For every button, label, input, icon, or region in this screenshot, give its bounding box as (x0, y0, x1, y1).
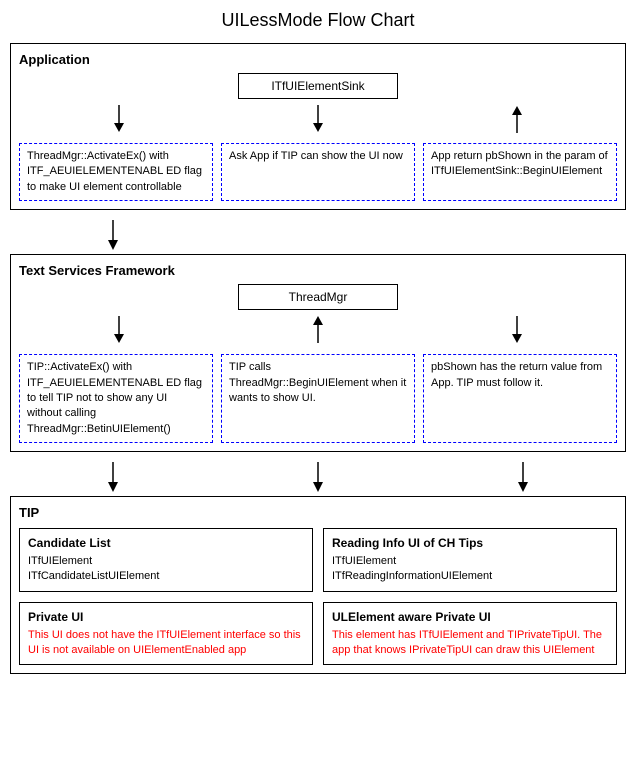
down-arrow-tsf-left (109, 316, 129, 344)
down-arrow-btw-left (103, 220, 123, 252)
app-center-box: ITfUIElementSink (238, 73, 398, 99)
app-box-2: App return pbShown in the param of ITfUI… (423, 143, 617, 201)
tip-item-1-sub2: ITfReadingInformationUIElement (332, 569, 608, 584)
tsf-arrow-left (19, 316, 218, 344)
tsf-tip-arrow-center (215, 462, 420, 494)
tip-item-2: Private UI This UI does not have the ITf… (19, 602, 313, 666)
app-box-0: ThreadMgr::ActivateEx() with ITF_AEUIELE… (19, 143, 213, 201)
arrow-col-center (218, 105, 417, 133)
tip-item-0: Candidate List ITfUIElement ITfCandidate… (19, 528, 313, 592)
page-title: UILessMode Flow Chart (10, 10, 626, 31)
down-arrow-tsf-tip-left (103, 462, 123, 494)
down-arrow-tsf-right (507, 316, 527, 344)
tsf-arrow-center (218, 316, 417, 344)
tip-item-3: ULElement aware Private UI This element … (323, 602, 617, 666)
between-app-tsf (10, 220, 626, 252)
tsf-center-box: ThreadMgr (238, 284, 398, 310)
tsf-box-2: pbShown has the return value from App. T… (423, 354, 617, 443)
app-dashed-boxes: ThreadMgr::ActivateEx() with ITF_AEUIELE… (19, 143, 617, 201)
tip-item-1: Reading Info UI of CH Tips ITfUIElement … (323, 528, 617, 592)
tip-item-0-title: Candidate List (28, 535, 304, 552)
app-arrows-top (19, 103, 617, 135)
tip-section-label: TIP (19, 505, 617, 520)
tsf-dashed-boxes: TIP::ActivateEx() with ITF_AEUIELEMENTEN… (19, 354, 617, 443)
tip-item-0-sub1: ITfUIElement (28, 554, 304, 569)
tsf-tip-arrow-left (10, 462, 215, 494)
down-arrow-left (109, 105, 129, 133)
down-arrow-center (308, 105, 328, 133)
application-section: Application ITfUIElementSink (10, 43, 626, 210)
app-section-label: Application (19, 52, 617, 67)
up-arrow-right (507, 105, 527, 133)
tip-item-2-red: This UI does not have the ITfUIElement i… (28, 628, 304, 659)
down-arrow-tsf-tip-right (513, 462, 533, 494)
tip-item-1-title: Reading Info UI of CH Tips (332, 535, 608, 552)
app-box-1: Ask App if TIP can show the UI now (221, 143, 415, 201)
down-arrow-tsf-tip-center (308, 462, 328, 494)
arrow-col-left (19, 105, 218, 133)
tsf-box-0: TIP::ActivateEx() with ITF_AEUIELEMENTEN… (19, 354, 213, 443)
tip-item-0-sub2: ITfCandidateListUIElement (28, 569, 304, 584)
tsf-section-label: Text Services Framework (19, 263, 617, 278)
tip-section: TIP Candidate List ITfUIElement ITfCandi… (10, 496, 626, 674)
tsf-arrow-right (418, 316, 617, 344)
tip-item-3-red: This element has ITfUIElement and TIPriv… (332, 628, 608, 659)
tsf-section: Text Services Framework ThreadMgr (10, 254, 626, 452)
tsf-box-1: TIP calls ThreadMgr::BeginUIElement when… (221, 354, 415, 443)
tsf-arrows-top (19, 314, 617, 346)
tsf-tip-arrow-right (421, 462, 626, 494)
tip-item-2-title: Private UI (28, 609, 304, 626)
between-tsf-tip (10, 462, 626, 494)
tip-item-1-sub1: ITfUIElement (332, 554, 608, 569)
up-down-arrow-tsf-center (308, 316, 328, 344)
arrow-col-right (418, 105, 617, 133)
tip-grid: Candidate List ITfUIElement ITfCandidate… (19, 528, 617, 665)
tip-item-3-title: ULElement aware Private UI (332, 609, 608, 626)
arrow-between-left (10, 220, 215, 252)
